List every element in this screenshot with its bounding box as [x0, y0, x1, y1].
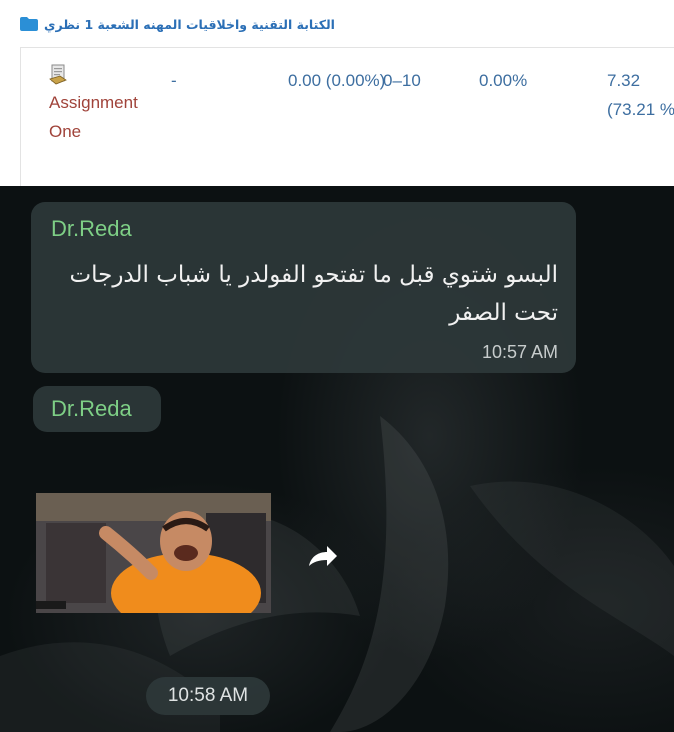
message-timestamp: 10:57 AM [481, 342, 558, 362]
media-timestamp: 10:58 AM [146, 677, 270, 715]
grade-item-name[interactable]: Assignment One [49, 93, 138, 141]
grade-item[interactable]: Assignment One [49, 64, 159, 146]
sender-name-2: Dr.Reda [51, 396, 132, 421]
grade-cell: 0.00 (0.00%) [288, 71, 386, 90]
grade-range-cell: - [171, 71, 177, 90]
message-bubble[interactable]: Dr.Reda البسو شتوي قبل ما تفتحو الفولدر … [31, 202, 576, 373]
gradebook-panel: الكتابة التقنية واخلاقيات المهنه الشعبة … [0, 0, 674, 188]
total-cell: 7.32 (73.21 %) [607, 71, 674, 119]
grade-table-row: Assignment One - 0.00 (0.00%) 0–10 0.00%… [20, 47, 674, 188]
folder-icon [20, 17, 38, 31]
assignment-icon [49, 64, 67, 85]
percentage-cell: 0.00% [479, 71, 528, 90]
forward-icon[interactable] [297, 534, 345, 582]
media-thumbnail[interactable] [36, 493, 271, 613]
laughing-man-image [36, 493, 271, 613]
breadcrumb[interactable]: الكتابة التقنية واخلاقيات المهنه الشعبة … [20, 12, 335, 36]
message-text: البسو شتوي قبل ما تفتحو الفولدر يا شباب … [69, 262, 558, 326]
breadcrumb-course-link[interactable]: الكتابة التقنية واخلاقيات المهنه الشعبة … [44, 17, 335, 32]
grade-bounds-cell: 0–10 [383, 71, 421, 90]
chat-screenshot: Dr.Reda البسو شتوي قبل ما تفتحو الفولدر … [0, 186, 674, 732]
sender-bubble[interactable]: Dr.Reda [33, 386, 161, 432]
sender-name: Dr.Reda [51, 216, 132, 241]
